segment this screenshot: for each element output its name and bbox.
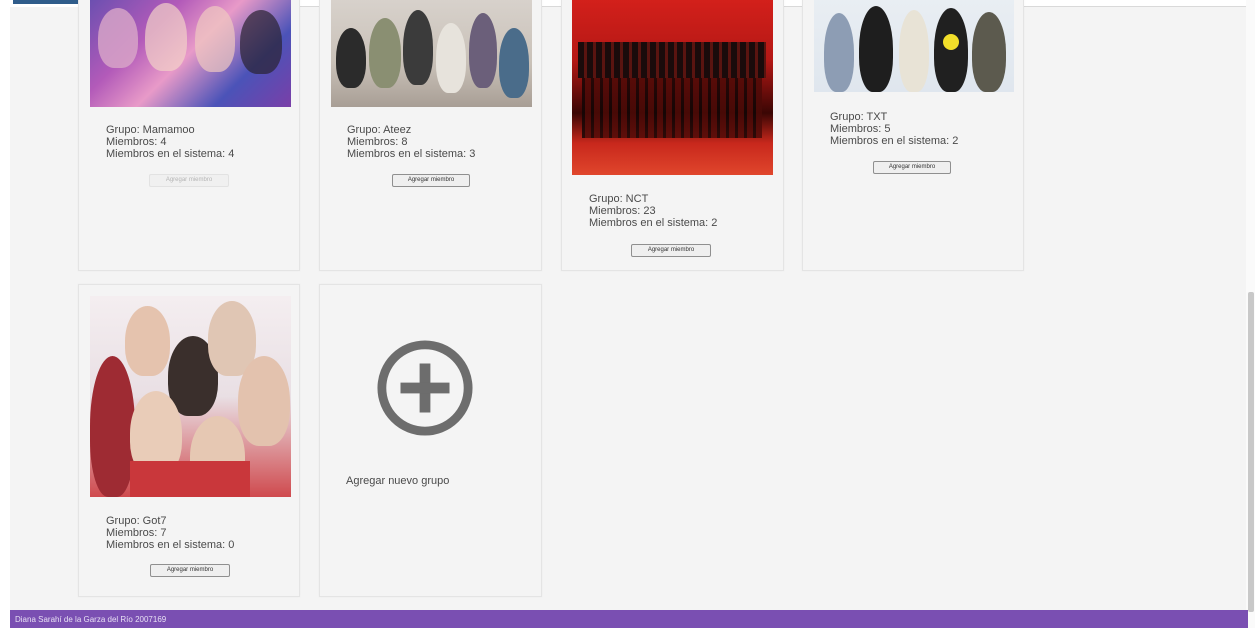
group-card: Grupo: Got7 Miembros: 7 Miembros en el s… — [78, 284, 300, 597]
group-name: Grupo: Ateez — [347, 124, 412, 136]
group-card: Grupo: NCT Miembros: 23 Miembros en el s… — [561, 0, 784, 271]
add-group-label[interactable]: Agregar nuevo grupo — [346, 475, 449, 487]
group-card: Grupo: TXT Miembros: 5 Miembros en el si… — [802, 0, 1024, 271]
member-count: Miembros: 23 — [589, 205, 656, 217]
group-info: Grupo: TXT Miembros: 5 Miembros en el si… — [830, 111, 958, 147]
group-photo — [90, 296, 291, 497]
group-photo — [90, 0, 291, 107]
group-name: Grupo: TXT — [830, 111, 888, 123]
group-info: Grupo: NCT Miembros: 23 Miembros en el s… — [589, 193, 717, 229]
add-member-button[interactable]: Agregar miembro — [392, 174, 470, 187]
add-member-button[interactable]: Agregar miembro — [149, 174, 229, 187]
member-count: Miembros: 5 — [830, 123, 891, 135]
group-name: Grupo: Mamamoo — [106, 124, 195, 136]
group-photo — [814, 0, 1014, 92]
group-info: Grupo: Mamamoo Miembros: 4 Miembros en e… — [106, 124, 234, 160]
group-name: Grupo: NCT — [589, 193, 649, 205]
member-count: Miembros: 8 — [347, 136, 408, 148]
add-member-button[interactable]: Agregar miembro — [631, 244, 711, 257]
group-photo — [572, 0, 773, 175]
footer: Diana Sarahí de la Garza del Río 2007169 — [10, 610, 1248, 628]
system-member-count: Miembros en el sistema: 0 — [106, 539, 235, 551]
scrollbar-thumb[interactable] — [1248, 292, 1254, 612]
system-member-count: Miembros en el sistema: 2 — [589, 217, 718, 229]
groups-grid: Grupo: Mamamoo Miembros: 4 Miembros en e… — [10, 0, 1246, 610]
plus-circle-icon[interactable] — [376, 339, 474, 437]
system-member-count: Miembros en el sistema: 4 — [106, 148, 235, 160]
system-member-count: Miembros en el sistema: 3 — [347, 148, 476, 160]
group-name: Grupo: Got7 — [106, 515, 167, 527]
add-group-card[interactable]: Agregar nuevo grupo — [319, 284, 542, 597]
add-member-button[interactable]: Agregar miembro — [873, 161, 951, 174]
footer-credit: Diana Sarahí de la Garza del Río 2007169 — [15, 615, 167, 624]
scrollbar[interactable] — [1246, 0, 1255, 628]
group-card: Grupo: Ateez Miembros: 8 Miembros en el … — [319, 0, 542, 271]
group-info: Grupo: Got7 Miembros: 7 Miembros en el s… — [106, 515, 234, 551]
system-member-count: Miembros en el sistema: 2 — [830, 135, 959, 147]
group-photo — [331, 0, 532, 107]
add-member-button[interactable]: Agregar miembro — [150, 564, 230, 577]
member-count: Miembros: 4 — [106, 136, 167, 148]
app-window: Grupo: Mamamoo Miembros: 4 Miembros en e… — [0, 0, 1255, 628]
group-info: Grupo: Ateez Miembros: 8 Miembros en el … — [347, 124, 475, 160]
member-count: Miembros: 7 — [106, 527, 167, 539]
group-card: Grupo: Mamamoo Miembros: 4 Miembros en e… — [78, 0, 300, 271]
